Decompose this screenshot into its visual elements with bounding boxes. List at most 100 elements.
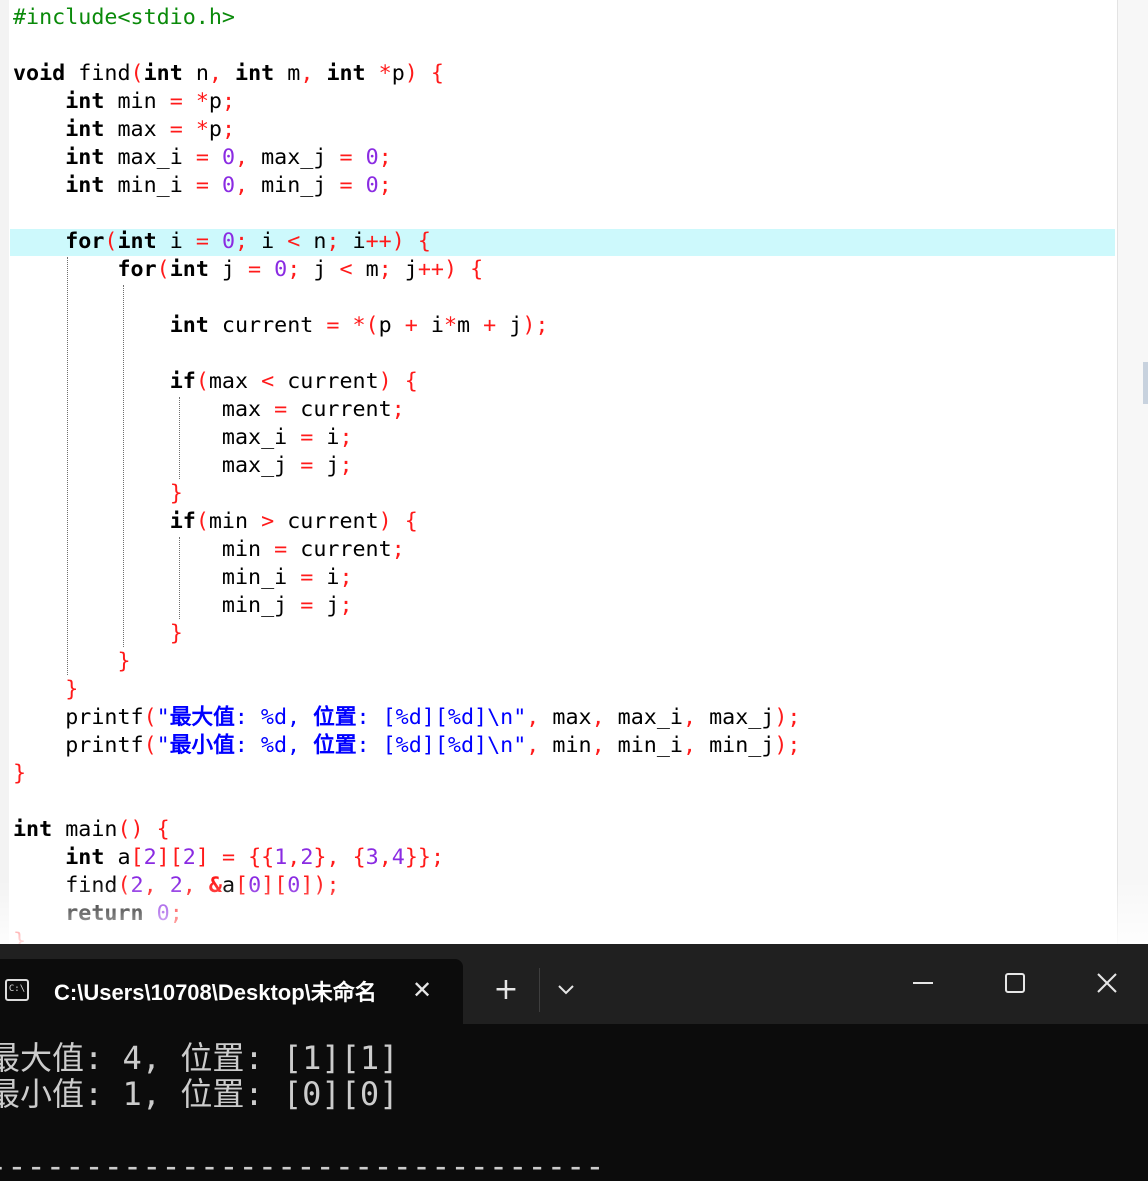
code-token: (	[143, 705, 157, 730]
code-token: ][	[156, 845, 183, 870]
code-line[interactable]: int max = *p;	[13, 116, 235, 144]
code-line[interactable]: int a[2][2] = {{1,2}, {3,4}};	[13, 844, 444, 872]
code-token: <	[287, 229, 301, 254]
code-line[interactable]: int current = *(p + i*m + j);	[13, 312, 549, 340]
new-tab-button[interactable]: +	[490, 974, 522, 1006]
code-token: )	[378, 509, 392, 534]
code-line[interactable]: #include<stdio.h>	[13, 4, 235, 32]
code-token: 位置	[313, 705, 357, 730]
code-token: ,	[591, 705, 605, 730]
code-line[interactable]: for(int j = 0; j < m; j++) {	[13, 256, 483, 284]
code-line[interactable]: printf("最大值: %d, 位置: [%d][%d]\n", max, m…	[13, 704, 800, 732]
code-line[interactable]: int main() {	[13, 816, 170, 844]
code-token: *	[443, 313, 457, 338]
code-line[interactable]: int min = *p;	[13, 88, 235, 116]
code-token: : [%d][%d]\n"	[356, 705, 527, 730]
code-token: current	[208, 313, 327, 338]
code-line[interactable]: min = current;	[13, 536, 405, 564]
code-token: int	[169, 257, 209, 282]
code-token: max	[539, 705, 592, 730]
code-token: }	[169, 621, 183, 646]
code-line[interactable]: if(min > current) {	[13, 508, 418, 536]
code-token: >	[261, 509, 275, 534]
terminal-titlebar[interactable]: C:\ C:\Users\10708\Desktop\未命名 ✕ +	[0, 944, 1148, 1024]
code-token: {	[470, 257, 484, 282]
code-token: current	[287, 537, 392, 562]
code-line[interactable]: }	[13, 620, 183, 648]
maximize-icon[interactable]	[998, 966, 1032, 1000]
code-line[interactable]: }	[13, 648, 130, 676]
scrollbar-thumb[interactable]	[1143, 362, 1148, 404]
code-token: {{	[248, 845, 275, 870]
editor-scrollbar[interactable]	[1117, 0, 1148, 944]
code-token: ;	[339, 425, 353, 450]
code-line[interactable]: int min_i = 0, min_j = 0;	[13, 172, 391, 200]
code-token: =	[195, 173, 209, 198]
code-line[interactable]: }	[13, 760, 26, 788]
code-line[interactable]: int max_i = 0, max_j = 0;	[13, 144, 391, 172]
code-token: max_i	[604, 705, 683, 730]
code-token: i	[417, 313, 444, 338]
code-token: j	[208, 257, 249, 282]
code-token: *	[195, 117, 209, 142]
code-line[interactable]: min_i = i;	[13, 564, 353, 592]
code-line[interactable]: }	[13, 676, 78, 704]
code-line[interactable]: if(max < current) {	[13, 368, 418, 396]
code-token: );	[522, 313, 549, 338]
code-line[interactable]: max_i = i;	[13, 424, 353, 452]
minimize-icon[interactable]	[906, 966, 940, 1000]
tab-separator	[539, 968, 540, 1012]
code-token: ,	[208, 61, 222, 86]
code-token: *(	[352, 313, 379, 338]
code-token: int	[117, 229, 157, 254]
code-line[interactable]: max = current;	[13, 396, 405, 424]
code-token: for	[117, 257, 157, 282]
terminal-tab[interactable]: C:\ C:\Users\10708\Desktop\未命名 ✕	[0, 959, 463, 1024]
code-token: j	[313, 453, 340, 478]
code-line[interactable]: for(int i = 0; i < n; i++) {	[13, 228, 431, 256]
code-token: <	[261, 369, 275, 394]
code-token: },	[313, 845, 340, 870]
code-token: 1	[274, 845, 288, 870]
code-line[interactable]: max_j = j;	[13, 452, 353, 480]
code-token: int	[65, 117, 105, 142]
code-token: min	[539, 733, 592, 758]
code-token: : [%d][%d]\n"	[356, 733, 527, 758]
code-token: (	[130, 61, 144, 86]
terminal-window[interactable]: C:\ C:\Users\10708\Desktop\未命名 ✕ + 最大值: …	[0, 944, 1148, 1185]
code-line[interactable]: void find(int n, int m, int *p) {	[13, 60, 444, 88]
code-token: ,	[235, 173, 249, 198]
chevron-down-icon[interactable]	[552, 976, 580, 1004]
code-token: ,	[591, 733, 605, 758]
code-token: =	[274, 537, 288, 562]
code-token: i	[248, 229, 288, 254]
code-token: ,	[526, 705, 540, 730]
code-line[interactable]: printf("最小值: %d, 位置: [%d][%d]\n", min, m…	[13, 732, 800, 760]
code-token: (	[156, 257, 170, 282]
code-editor[interactable]: #include<stdio.h> void find(int n, int m,…	[0, 0, 1148, 944]
code-token: ,	[287, 845, 301, 870]
code-token: ;	[339, 593, 353, 618]
code-token: =	[300, 593, 314, 618]
close-icon[interactable]	[1090, 966, 1124, 1000]
code-token: printf	[13, 705, 144, 730]
code-line[interactable]: min_j = j;	[13, 592, 353, 620]
close-tab-button[interactable]: ✕	[408, 976, 436, 1004]
code-token: {	[404, 509, 418, 534]
code-line[interactable]: }	[13, 480, 183, 508]
code-token: max_j	[248, 145, 340, 170]
code-token: 2	[182, 845, 196, 870]
